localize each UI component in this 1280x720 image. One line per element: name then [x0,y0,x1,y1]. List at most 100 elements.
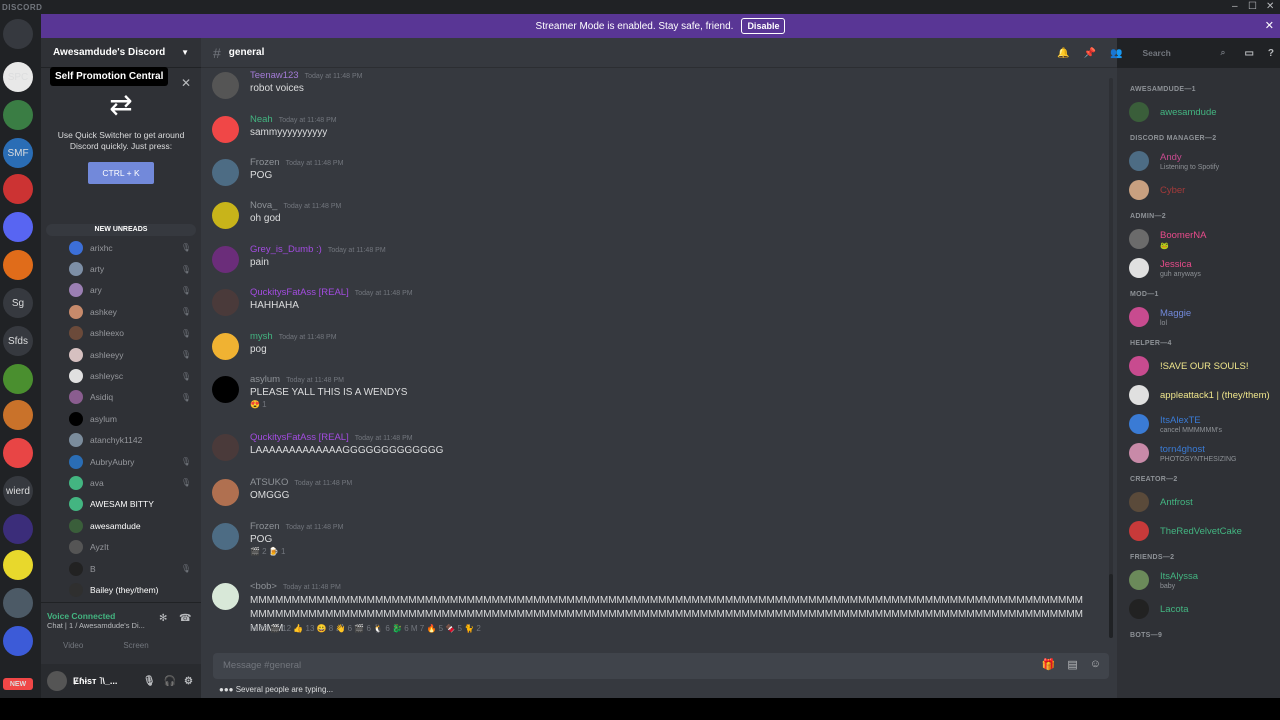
avatar[interactable] [212,479,239,506]
message-author[interactable]: Frozen Today at 11:48 PM [250,521,343,532]
server-header[interactable]: Awesamdude's Discord ▼ [41,38,201,68]
author-name[interactable]: Nova_ [250,200,277,211]
message-author[interactable]: ATSUKO Today at 11:48 PM [250,477,352,488]
server-icon-8[interactable]: Sfds [3,326,33,356]
headphones-icon[interactable]: 🎧 [164,676,176,687]
server-icon-14[interactable] [3,550,33,580]
scrollbar[interactable] [1109,78,1113,638]
message-author[interactable]: QuckitysFatAss [REAL] Today at 11:48 PM [250,287,413,298]
member-item[interactable]: TheRedVelvetCake [1129,519,1279,543]
message-author[interactable]: QuckitysFatAss [REAL] Today at 11:48 PM [250,432,413,443]
message-author[interactable]: asylum Today at 11:48 PM [250,374,344,385]
noise-suppression-icon[interactable]: ✻ [159,613,167,624]
member-item[interactable]: ItsAlyssa baby [1129,568,1279,592]
voice-member[interactable]: B 🎙 [41,558,201,579]
message-author[interactable]: Nova_ Today at 11:48 PM [250,200,341,211]
server-icon-16[interactable] [3,626,33,656]
author-name[interactable]: Frozen [250,157,280,168]
gear-icon[interactable]: ⚙ [184,676,193,687]
inbox-icon[interactable]: ▭ [1244,48,1253,59]
member-item[interactable]: Jessica guh anyways [1129,256,1279,280]
voice-member[interactable]: Asidiq 🎙 [41,387,201,408]
avatar[interactable] [212,116,239,143]
avatar[interactable] [212,72,239,99]
author-name[interactable]: Teenaw123 [250,70,299,81]
avatar[interactable] [212,333,239,360]
server-icon-12[interactable]: wierd [3,476,33,506]
message-reactions[interactable]: M 23 🎬 12 👍 13 😀 8 👋 6 🎬 6 🐧 6 🐉 6 M 7 🔥… [250,624,481,633]
disconnect-icon[interactable]: ☎ [179,613,191,624]
voice-member[interactable]: ashleeyy 🎙 [41,344,201,365]
new-unreads-bar[interactable]: NEW UNREADS [46,224,196,236]
server-icon-5[interactable] [3,212,33,242]
screen-button[interactable]: Screen [123,641,148,650]
author-name[interactable]: <bob> [250,581,277,592]
member-item[interactable]: Andy Listening to Spotify [1129,149,1279,173]
author-name[interactable]: QuckitysFatAss [REAL] [250,432,349,443]
pin-icon[interactable]: 📌 [1084,48,1096,59]
minimize-button[interactable]: – [1232,1,1238,12]
member-item[interactable]: BoomerNA 🐸 [1129,227,1279,251]
avatar[interactable] [212,289,239,316]
server-icon-1[interactable]: SPC [3,62,33,92]
message-reactions[interactable]: 😍 1 [250,400,267,409]
member-item[interactable]: ItsAlexTE cancel MMMMMM's [1129,412,1279,436]
message-author[interactable]: Frozen Today at 11:48 PM [250,157,343,168]
message-reactions[interactable]: 🎬 2 🍺 1 [250,547,286,556]
message-author[interactable]: <bob> Today at 11:48 PM [250,581,341,592]
server-icon-7[interactable]: Sg [3,288,33,318]
member-item[interactable]: Antfrost [1129,490,1279,514]
voice-member[interactable]: AyzIt [41,536,201,557]
bell-icon[interactable]: 🔔 [1057,48,1069,59]
member-item[interactable]: Lacota [1129,597,1279,621]
member-item[interactable]: Cyber [1129,178,1279,202]
voice-member[interactable]: arty 🎙 [41,258,201,279]
close-icon[interactable]: ✕ [181,76,191,90]
message-author[interactable]: mysh Today at 11:48 PM [250,331,337,342]
avatar[interactable] [212,159,239,186]
emoji-icon[interactable]: ☺ [1090,658,1101,671]
voice-channel[interactable]: Chat | 1 / Awesamdude's Di... [47,621,145,630]
member-item[interactable]: !SAVE OUR SOULS! [1129,354,1279,378]
voice-member[interactable]: ashleexo 🎙 [41,323,201,344]
gif-icon[interactable]: ▤ [1067,658,1077,671]
voice-member[interactable]: AWESAM BITTY [41,494,201,515]
message-author[interactable]: Teenaw123 Today at 11:48 PM [250,70,362,81]
voice-member[interactable]: ashleysc 🎙 [41,365,201,386]
avatar[interactable] [212,246,239,273]
avatar[interactable] [212,434,239,461]
voice-member[interactable]: atanchyk1142 [41,430,201,451]
message-author[interactable]: Neah Today at 11:48 PM [250,114,337,125]
avatar[interactable] [212,376,239,403]
author-name[interactable]: mysh [250,331,273,342]
avatar[interactable] [212,202,239,229]
server-icon-3[interactable]: SMF [3,138,33,168]
search-input[interactable]: Search ⌕ [1136,45,1231,61]
server-icon-11[interactable] [3,438,33,468]
maximize-button[interactable]: ☐ [1248,1,1257,12]
username[interactable]: Ɇɦɨѕт ˥\_... [73,676,117,686]
server-icon-13[interactable] [3,514,33,544]
member-item[interactable]: torn4ghost PHOTOSYNTHESIZING [1129,441,1279,465]
server-icon-4[interactable] [3,174,33,204]
server-icon-10[interactable] [3,400,33,430]
server-icon-6[interactable] [3,250,33,280]
banner-close-icon[interactable]: ✕ [1265,19,1274,32]
member-item[interactable]: awesamdude [1129,100,1279,124]
author-name[interactable]: ATSUKO [250,477,288,488]
voice-member[interactable]: AubryAubry 🎙 [41,451,201,472]
voice-status[interactable]: Voice Connected [47,611,115,621]
server-icon-17[interactable]: NEW [3,678,33,690]
author-name[interactable]: asylum [250,374,280,385]
author-name[interactable]: Neah [250,114,273,125]
mute-icon[interactable]: 🎙 [143,676,156,687]
voice-member[interactable]: asylum [41,408,201,429]
author-name[interactable]: Grey_is_Dumb :) [250,244,322,255]
voice-member[interactable]: arixhc 🎙 [41,237,201,258]
voice-member[interactable]: Bailey (they/them) [41,579,201,600]
disable-streamer-mode-button[interactable]: Disable [741,18,786,34]
voice-member[interactable]: ashkey 🎙 [41,301,201,322]
ctrl-k-button[interactable]: CTRL + K [88,162,154,184]
avatar[interactable] [47,671,67,691]
video-button[interactable]: Video [63,641,83,650]
